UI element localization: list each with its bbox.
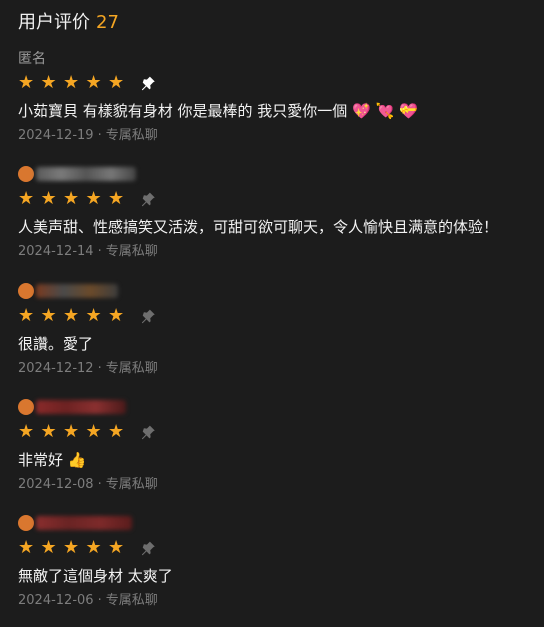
private-chat-link[interactable]: 专属私聊 (106, 128, 158, 143)
review-user (18, 397, 538, 417)
review-meta: 2024-12-14 · 专属私聊 (18, 244, 538, 260)
star-icon: ★ (18, 537, 35, 558)
reviews-title: 用户评价 (18, 12, 90, 33)
pin-icon[interactable] (139, 307, 157, 325)
review-comment: 人美声甜、性感搞笑又活泼，可甜可欲可聊天，令人愉快且满意的体验！ (18, 218, 499, 236)
star-icon: ★ (18, 305, 35, 326)
star-icon: ★ (85, 305, 102, 326)
pin-icon[interactable] (139, 74, 157, 92)
avatar[interactable] (18, 515, 34, 531)
review-user (18, 164, 538, 184)
star-icon: ★ (40, 421, 57, 442)
avatar[interactable] (18, 283, 34, 299)
private-chat-link[interactable]: 专属私聊 (106, 244, 158, 259)
pin-icon[interactable] (139, 539, 157, 557)
review-meta: 2024-12-06 · 专属私聊 (18, 593, 538, 609)
reviews-header: 用户评价 27 (18, 8, 119, 34)
review-date: 2024-12-08 (18, 477, 94, 492)
meta-separator: · (97, 244, 102, 259)
review-user (18, 513, 538, 533)
star-icon: ★ (108, 305, 125, 326)
rating-row: ★ ★ ★ ★ ★ (18, 189, 538, 209)
review-user: 匿名 (18, 48, 538, 68)
review-comment: 小茹寶貝 有樣貌有身材 你是最棒的 我只愛你一個 💖 💘 💝 (18, 102, 418, 120)
star-icon: ★ (63, 305, 80, 326)
star-icon: ★ (40, 537, 57, 558)
reviewer-name-blurred (36, 516, 132, 530)
meta-separator: · (97, 128, 102, 143)
star-icon: ★ (85, 72, 102, 93)
star-icon: ★ (108, 188, 125, 209)
star-icon: ★ (85, 537, 102, 558)
review-item: ★ ★ ★ ★ ★ 非常好 👍 2024-12-08 · 专属私聊 (18, 397, 538, 493)
star-icon: ★ (63, 421, 80, 442)
private-chat-link[interactable]: 专属私聊 (106, 593, 158, 608)
star-icon: ★ (18, 188, 35, 209)
star-icon: ★ (18, 421, 35, 442)
star-icon: ★ (63, 537, 80, 558)
meta-separator: · (97, 477, 102, 492)
review-date: 2024-12-19 (18, 128, 94, 143)
star-icon: ★ (85, 421, 102, 442)
review-item: ★ ★ ★ ★ ★ 很讚。愛了 2024-12-12 · 专属私聊 (18, 281, 538, 377)
review-comment: 很讚。愛了 (18, 335, 94, 353)
pin-icon[interactable] (139, 190, 157, 208)
rating-row: ★ ★ ★ ★ ★ (18, 538, 538, 558)
private-chat-link[interactable]: 专属私聊 (106, 361, 158, 376)
review-user (18, 281, 538, 301)
review-meta: 2024-12-12 · 专属私聊 (18, 361, 538, 377)
review-item: 匿名 ★ ★ ★ ★ ★ 小茹寶貝 有樣貌有身材 你是最棒的 我只愛你一個 💖 … (18, 48, 538, 144)
star-icon: ★ (40, 72, 57, 93)
reviews-count: 27 (96, 12, 119, 33)
review-date: 2024-12-14 (18, 244, 94, 259)
review-comment: 無敵了這個身材 太爽了 (18, 567, 173, 585)
avatar[interactable] (18, 399, 34, 415)
star-icon: ★ (40, 188, 57, 209)
reviewer-name-blurred (36, 167, 136, 181)
star-icon: ★ (63, 188, 80, 209)
reviewer-name: 匿名 (18, 51, 46, 67)
rating-row: ★ ★ ★ ★ ★ (18, 73, 538, 93)
avatar[interactable] (18, 166, 34, 182)
rating-row: ★ ★ ★ ★ ★ (18, 306, 538, 326)
review-date: 2024-12-12 (18, 361, 94, 376)
star-icon: ★ (63, 72, 80, 93)
review-meta: 2024-12-08 · 专属私聊 (18, 477, 538, 493)
review-meta: 2024-12-19 · 专属私聊 (18, 128, 538, 144)
star-icon: ★ (18, 72, 35, 93)
private-chat-link[interactable]: 专属私聊 (106, 477, 158, 492)
review-item: ★ ★ ★ ★ ★ 人美声甜、性感搞笑又活泼，可甜可欲可聊天，令人愉快且满意的体… (18, 164, 538, 260)
reviewer-name-blurred (36, 284, 118, 298)
meta-separator: · (97, 593, 102, 608)
reviews-panel: 用户评价 27 匿名 ★ ★ ★ ★ ★ 小茹寶貝 有樣貌有身材 你是最棒的 我… (0, 0, 544, 627)
star-icon: ★ (108, 72, 125, 93)
star-icon: ★ (108, 421, 125, 442)
star-icon: ★ (40, 305, 57, 326)
star-icon: ★ (108, 537, 125, 558)
pin-icon[interactable] (139, 423, 157, 441)
meta-separator: · (97, 361, 102, 376)
review-comment: 非常好 👍 (18, 451, 87, 469)
review-date: 2024-12-06 (18, 593, 94, 608)
reviewer-name-blurred (36, 400, 126, 414)
rating-row: ★ ★ ★ ★ ★ (18, 422, 538, 442)
review-item: ★ ★ ★ ★ ★ 無敵了這個身材 太爽了 2024-12-06 · 专属私聊 (18, 513, 538, 609)
star-icon: ★ (85, 188, 102, 209)
